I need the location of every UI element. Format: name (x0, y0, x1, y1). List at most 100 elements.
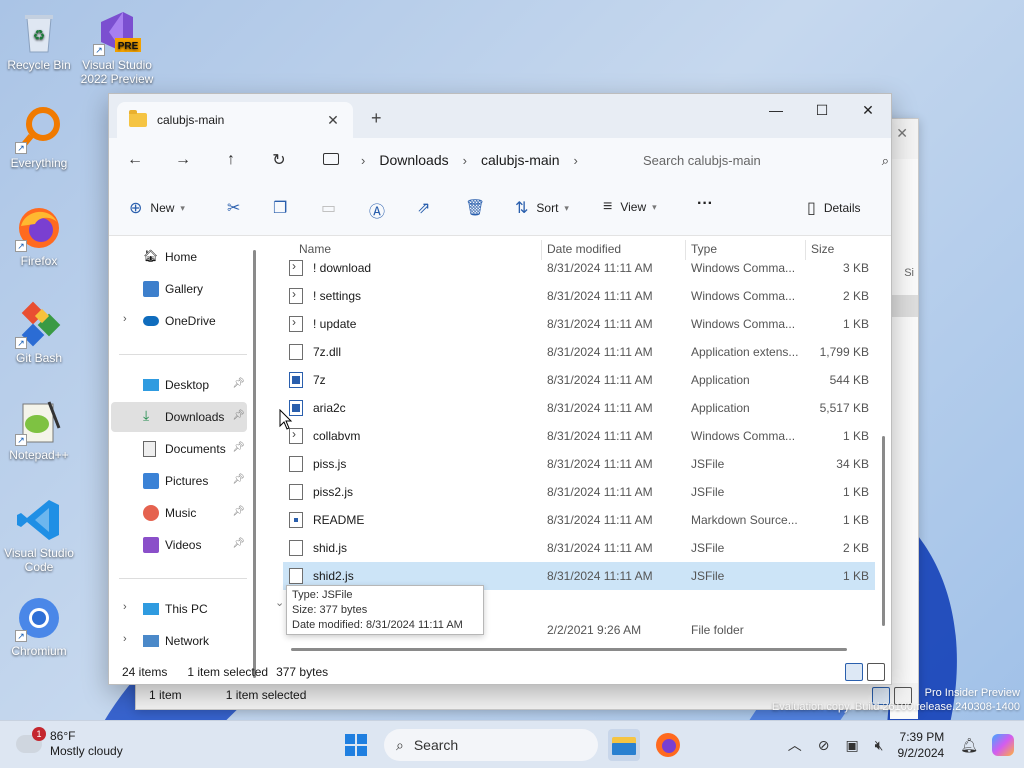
file-row[interactable]: piss2.js 8/31/2024 11:11 AM JSFile 1 KB (283, 478, 875, 506)
delete-button[interactable]: 🗑 (465, 198, 493, 218)
horizontal-scrollbar[interactable] (291, 648, 847, 651)
close-tab-icon[interactable]: ✕ (325, 112, 341, 129)
file-row[interactable]: 7z.dll 8/31/2024 11:11 AM Application exte… (283, 338, 875, 366)
view-button[interactable]: ≡ View ▾ (603, 198, 657, 216)
breadcrumb-calubjs-main[interactable]: calubjs-main (481, 152, 560, 168)
chevron-right-icon[interactable]: › (123, 313, 127, 325)
file-row[interactable]: ! download 8/31/2024 11:11 AM Windows Comm… (283, 254, 875, 282)
nav-item-videos[interactable]: Videos 📌︎ (111, 530, 247, 560)
nav-item-onedrive[interactable]: › OneDrive (111, 306, 247, 336)
bell-icon[interactable]: 🔔︎ (960, 737, 978, 754)
new-button[interactable]: ⊕ New ▾ (129, 198, 185, 218)
breadcrumb-downloads[interactable]: Downloads (379, 152, 448, 168)
nav-item-downloads[interactable]: ⤓ Downloads 📌︎ (111, 402, 247, 432)
minimize-button[interactable]: — (753, 94, 799, 126)
close-icon[interactable]: ✕ (896, 125, 908, 142)
desktop-icon-recycle-bin[interactable]: ♻ Recycle Bin (1, 8, 77, 72)
share-button[interactable]: ⇗ (417, 198, 438, 218)
chevron-up-icon[interactable]: ︿ (788, 735, 802, 755)
back-button[interactable]: ← (111, 151, 159, 169)
nav-item-home[interactable]: 🏠︎ Home (111, 242, 247, 272)
sort-button[interactable]: ⇅ Sort ▾ (515, 198, 569, 218)
chevron-right-icon[interactable]: › (463, 153, 467, 168)
file-row[interactable]: ! settings 8/31/2024 11:11 AM Windows Comm… (283, 282, 875, 310)
nav-scrollbar[interactable] (253, 250, 256, 678)
nav-item-music[interactable]: Music 📌︎ (111, 498, 247, 528)
chevron-down-icon[interactable]: ⌄ (275, 596, 284, 609)
file-row[interactable]: collabvm 8/31/2024 11:11 AM Windows Comma.… (283, 422, 875, 450)
start-button[interactable] (340, 729, 372, 761)
nav-item-this-pc[interactable]: › This PC (111, 594, 247, 624)
pin-icon[interactable]: 📌︎ (232, 378, 245, 389)
nav-item-network[interactable]: › Network (111, 626, 247, 656)
weather-widget[interactable]: 1 86°F Mostly cloudy (16, 727, 123, 759)
rename-button[interactable]: Ⓐ (369, 198, 393, 222)
network-icon[interactable]: ⊘ (818, 737, 830, 754)
tiles-view-icon[interactable] (867, 663, 885, 681)
volume-icon[interactable]: 🔇︎ (875, 737, 884, 754)
breadcrumb: › Downloads › calubjs-main › (361, 138, 578, 182)
forward-button[interactable]: → (159, 151, 207, 169)
file-row[interactable]: shid.js 8/31/2024 11:11 AM JSFile 2 KB (283, 534, 875, 562)
file-explorer-window[interactable]: calubjs-main ✕ + — ☐ ✕ ← → ↑ ↻ › Downloa… (108, 93, 892, 685)
file-size: 34 KB (836, 457, 869, 471)
paste-icon: ▭ (321, 200, 337, 217)
nav-item-gallery[interactable]: Gallery (111, 274, 247, 304)
close-button[interactable]: ✕ (845, 94, 891, 126)
pin-icon[interactable]: 📌︎ (232, 474, 245, 485)
display-icon[interactable]: ▣ (845, 737, 858, 754)
copilot-icon[interactable] (992, 734, 1014, 756)
pin-icon[interactable]: 📌︎ (232, 442, 245, 453)
pin-icon[interactable]: 📌︎ (232, 410, 245, 421)
plus-circle-icon: ⊕ (129, 200, 143, 217)
chevron-right-icon[interactable]: › (123, 601, 127, 613)
file-row[interactable]: aria2c 8/31/2024 11:11 AM Application 5,517… (283, 394, 875, 422)
taskbar-search[interactable]: ⌕ Search (384, 729, 598, 761)
title-bar[interactable]: calubjs-main ✕ + — ☐ ✕ (109, 94, 891, 138)
desktop-icon-chromium[interactable]: ↗ Chromium (1, 594, 77, 658)
file-row[interactable]: README 8/31/2024 11:11 AM Markdown Source.… (283, 506, 875, 534)
clock[interactable]: 7:39 PM 9/2/2024 (898, 729, 945, 761)
details-view-icon[interactable] (845, 663, 863, 681)
desktop-icon-label-line2: Code (24, 560, 54, 574)
desktop-icon-notepad-plus-plus[interactable]: ↗ Notepad++ (1, 398, 77, 462)
tab-calubjs-main[interactable]: calubjs-main ✕ (117, 102, 353, 138)
chevron-right-icon[interactable]: › (574, 153, 578, 168)
more-options-button[interactable]: ··· (697, 195, 713, 213)
details-pane-button[interactable]: ▯ Details (807, 198, 861, 218)
nav-item-pictures[interactable]: Pictures 📌︎ (111, 466, 247, 496)
nav-item-documents[interactable]: Documents 📌︎ (111, 434, 247, 464)
list-scrollbar[interactable] (882, 436, 885, 626)
folder-icon (129, 110, 147, 127)
nav-item-desktop[interactable]: Desktop 📌︎ (111, 370, 247, 400)
pin-icon[interactable]: 📌︎ (232, 506, 245, 517)
chevron-right-icon[interactable]: › (123, 633, 127, 645)
documents-icon (143, 441, 156, 457)
chevron-right-icon[interactable]: › (361, 153, 365, 168)
taskbar: 1 86°F Mostly cloudy ⌕ Search ︿ ⊘ ▣ 🔇︎ 7… (0, 720, 1024, 768)
copy-button[interactable]: ❐ (273, 198, 295, 218)
file-row[interactable]: piss.js 8/31/2024 11:11 AM JSFile 34 KB (283, 450, 875, 478)
maximize-button[interactable]: ☐ (799, 94, 845, 126)
new-tab-button[interactable]: + (371, 108, 382, 129)
pin-icon[interactable]: 📌︎ (232, 538, 245, 549)
desktop-icon-firefox[interactable]: ↗ Firefox (1, 204, 77, 268)
up-button[interactable]: ↑ (207, 151, 255, 169)
desktop-icon-label: Recycle Bin (7, 58, 71, 72)
cut-button[interactable]: ✂ (227, 198, 248, 218)
taskbar-firefox[interactable] (652, 729, 684, 761)
taskbar-file-explorer[interactable] (608, 729, 640, 761)
desktop-icon-git-bash[interactable]: ↗ Git Bash (1, 301, 77, 365)
this-pc-icon[interactable] (323, 153, 339, 165)
paste-button[interactable]: ▭ (321, 198, 344, 218)
window-controls: — ☐ ✕ (753, 94, 891, 126)
search-input[interactable]: Search calubjs-main ⌕ (623, 144, 891, 176)
desktop-icon-everything[interactable]: ↗ Everything (1, 106, 77, 170)
firefox-icon (656, 733, 680, 757)
file-size: 1 KB (842, 485, 869, 499)
desktop-icon-visual-studio-preview[interactable]: PRE ↗ Visual Studio 2022 Preview (79, 8, 155, 86)
refresh-button[interactable]: ↻ (255, 150, 303, 170)
file-row[interactable]: ! update 8/31/2024 11:11 AM Windows Comma.… (283, 310, 875, 338)
file-row[interactable]: 7z 8/31/2024 11:11 AM Application 544 KB (283, 366, 875, 394)
desktop-icon-vscode[interactable]: Visual Studio Code (1, 496, 77, 574)
